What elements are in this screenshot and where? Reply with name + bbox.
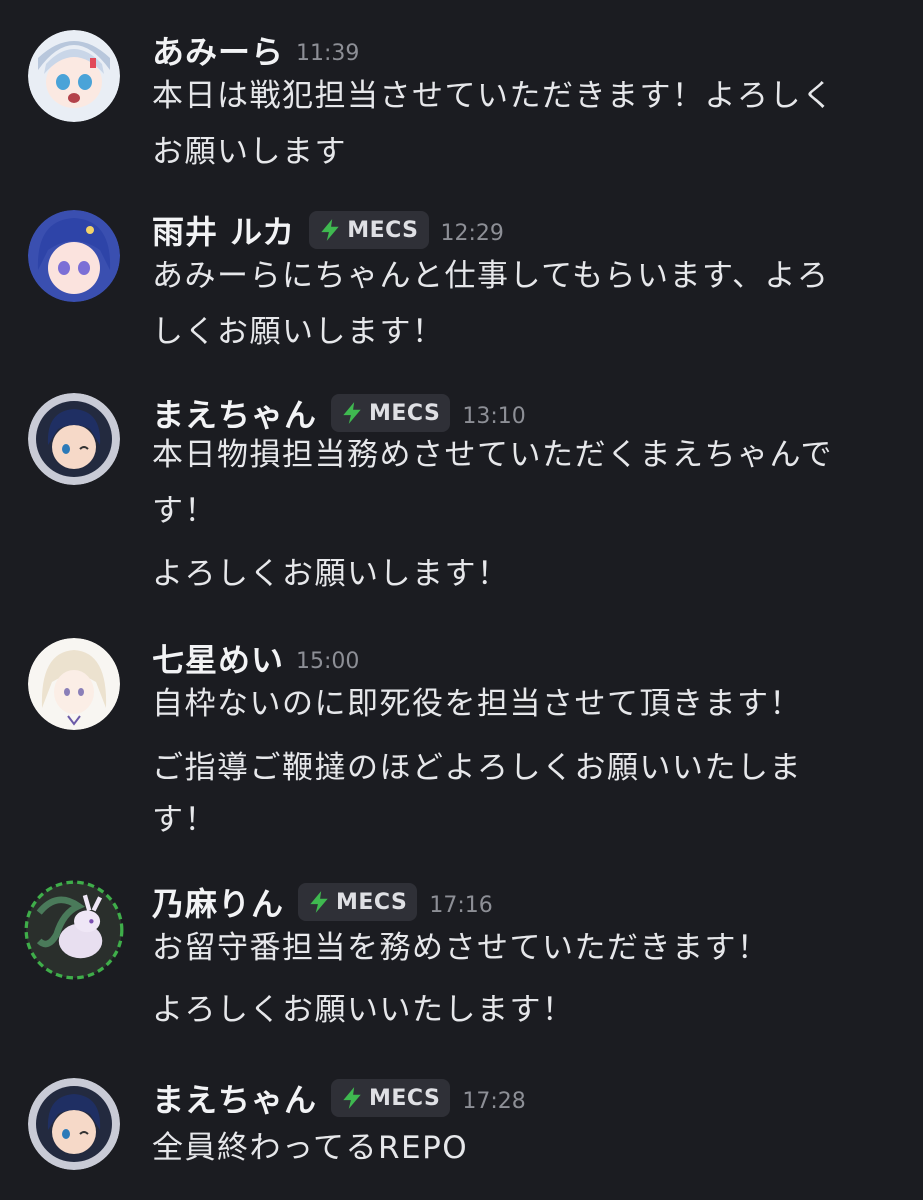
message-header: 雨井 ルカ MECS 12:29 bbox=[152, 207, 504, 253]
username[interactable]: まえちゃん bbox=[152, 1075, 317, 1121]
username[interactable]: あみーら bbox=[152, 27, 284, 73]
message-text: 本日物損担当務めさせていただくまえちゃんで bbox=[152, 437, 833, 473]
timestamp: 11:39 bbox=[296, 40, 360, 66]
username[interactable]: 乃麻りん bbox=[152, 879, 284, 925]
username[interactable]: 七星めい bbox=[152, 635, 284, 681]
timestamp: 12:29 bbox=[440, 220, 504, 246]
server-tag[interactable]: MECS bbox=[298, 883, 418, 921]
server-tag[interactable]: MECS bbox=[309, 211, 429, 249]
lightning-bolt-icon bbox=[321, 219, 339, 241]
user-avatar[interactable] bbox=[28, 30, 120, 122]
lightning-bolt-icon bbox=[343, 1087, 361, 1109]
server-tag[interactable]: MECS bbox=[331, 1079, 451, 1117]
server-tag-label: MECS bbox=[347, 217, 419, 243]
message-text: 本日は戦犯担当させていただきます！よろしく bbox=[152, 78, 835, 114]
message-text: す！ bbox=[152, 802, 217, 838]
message-text: 自枠ないのに即死役を担当させて頂きます！ bbox=[152, 686, 802, 722]
message-text: ご指導ご鞭撻のほどよろしくお願いいたしま bbox=[152, 750, 802, 786]
user-avatar[interactable] bbox=[28, 210, 120, 302]
message-text: お留守番担当を務めさせていただきます！ bbox=[152, 930, 770, 966]
timestamp: 17:16 bbox=[429, 892, 493, 918]
lightning-bolt-icon bbox=[310, 891, 328, 913]
lightning-bolt-icon bbox=[343, 402, 361, 424]
avatar-image-icon bbox=[24, 880, 124, 980]
avatar-image-icon bbox=[28, 30, 120, 122]
timestamp: 15:00 bbox=[296, 648, 360, 674]
avatar-image-icon bbox=[28, 393, 120, 485]
avatar-image-icon bbox=[28, 1078, 120, 1170]
message-text: よろしくお願いします！ bbox=[152, 556, 510, 592]
message-text: よろしくお願いいたします！ bbox=[152, 992, 575, 1028]
user-avatar[interactable] bbox=[28, 638, 120, 730]
message-header: あみーら 11:39 bbox=[152, 27, 360, 73]
message-header: 乃麻りん MECS 17:16 bbox=[152, 879, 493, 925]
message-text: あみーらにちゃんと仕事してもらいます、よろ bbox=[152, 258, 830, 294]
server-tag-label: MECS bbox=[369, 400, 441, 426]
message-header: まえちゃん MECS 17:28 bbox=[152, 1075, 526, 1121]
user-avatar[interactable] bbox=[24, 880, 124, 980]
avatar-image-icon bbox=[28, 638, 120, 730]
user-avatar[interactable] bbox=[28, 1078, 120, 1170]
avatar-image-icon bbox=[28, 210, 120, 302]
message-text: す！ bbox=[152, 493, 217, 529]
server-tag-label: MECS bbox=[369, 1085, 441, 1111]
message-text: しくお願いします！ bbox=[152, 314, 445, 350]
timestamp: 17:28 bbox=[462, 1088, 526, 1114]
user-avatar[interactable] bbox=[28, 393, 120, 485]
message-text: 全員終わってるREPO bbox=[152, 1130, 469, 1166]
message-header: 七星めい 15:00 bbox=[152, 635, 360, 681]
username[interactable]: 雨井 ルカ bbox=[152, 207, 295, 253]
message-text: お願いします bbox=[152, 134, 347, 170]
timestamp: 13:10 bbox=[462, 403, 526, 429]
server-tag-label: MECS bbox=[336, 889, 408, 915]
